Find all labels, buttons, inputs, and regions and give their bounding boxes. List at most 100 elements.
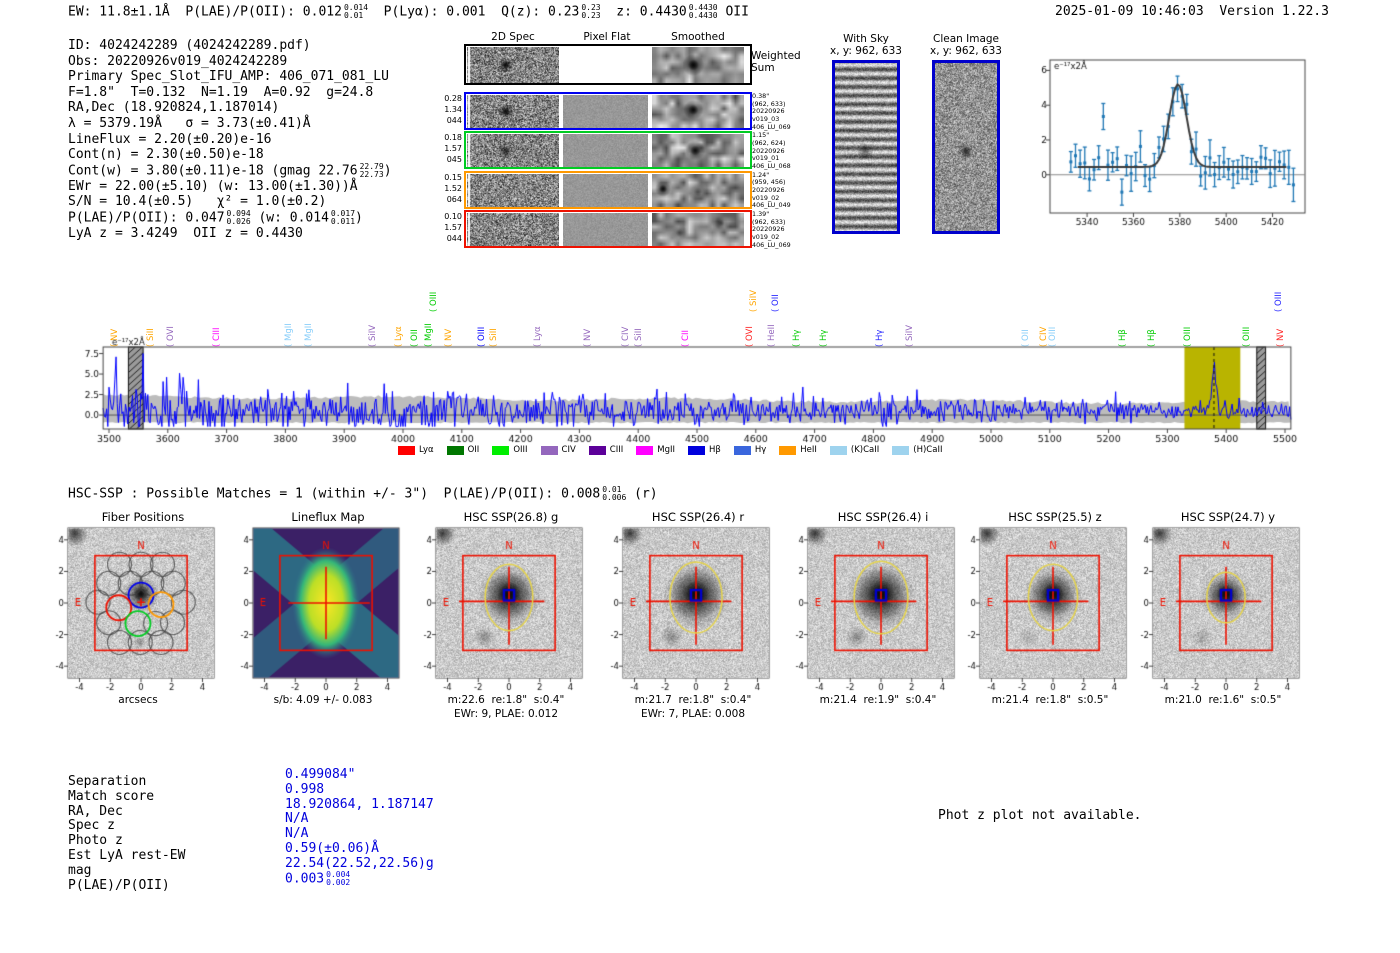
spec2d-row	[464, 92, 752, 130]
legend-item: CIII	[588, 445, 624, 455]
match-table-value: 0.59(±0.06)Å	[285, 841, 379, 856]
cutout-xlabel: s/b: 4.09 +/- 0.083	[273, 694, 373, 706]
cutout-xlabel: arcsecs	[118, 694, 158, 706]
legend-label: (H)CaII	[913, 445, 943, 455]
text-segment: LineFlux = 2.20(±0.20)e-16	[68, 131, 272, 147]
legend-label: HeII	[800, 445, 817, 455]
with-sky-coords: x, y: 962, 633	[830, 45, 902, 57]
text-segment: LyA z = 3.4249 OII z = 0.4430	[68, 226, 303, 242]
legend-label: CIII	[609, 445, 624, 455]
spec2d-row-right-labels: 1.39" (962, 633) 20220926 v019_02 406_LU_069	[752, 210, 812, 250]
stacked-uncertainty: 0.23 0.23	[581, 3, 601, 20]
spectral-line-label: ( OIII	[429, 291, 440, 312]
legend-swatch	[588, 445, 606, 455]
spec2d-image	[467, 134, 559, 168]
clean-image	[932, 60, 1000, 234]
cutout-panel: HSC SSP(26.4) r m:21.7 re:1.8" s:0.4" EWr:…	[593, 510, 793, 720]
legend-label: OII	[467, 445, 480, 455]
legend-label: OIII	[513, 445, 528, 455]
clean-image-title: Clean Image	[932, 33, 1000, 45]
cutout-xlabel: m:21.7 re:1.8" s:0.4"	[634, 694, 752, 706]
spec2d-image	[467, 47, 559, 83]
pixelflat-image	[563, 95, 648, 128]
info-line: EWr = 22.00(±5.10) (w: 13.00(±1.30))Å	[68, 179, 392, 195]
legend-label: Hβ	[709, 445, 721, 455]
match-table-value: N/A	[285, 826, 309, 842]
legend-item: Lyα	[398, 445, 434, 455]
cutout-image-fiber	[38, 522, 223, 694]
legend-swatch	[636, 445, 654, 455]
cutout-panel: HSC SSP(25.5) z m:21.4 re:1.8" s:0.5"	[950, 510, 1150, 720]
left-label: 0.28	[444, 94, 462, 103]
text-segment: P(Lyα): 0.001 Q(z): 0.23	[368, 4, 580, 20]
legend-swatch	[733, 445, 751, 455]
cutout-image-image	[406, 522, 591, 694]
left-label: 0.15	[444, 172, 462, 182]
left-label: 1.57	[444, 144, 462, 154]
legend-swatch	[688, 445, 706, 455]
legend-label: (K)CaII	[850, 445, 880, 455]
stacked-uncertainty: 0.004 0.002	[326, 869, 351, 887]
weighted-sum-label-line: Weighted	[751, 50, 801, 62]
text-segment: HSC-SSP : Possible Matches = 1 (within +…	[68, 486, 601, 502]
right-label: 406_LU_049	[752, 201, 791, 210]
legend-item: MgII	[636, 445, 675, 455]
text-segment: (r)	[626, 486, 658, 502]
cutout-panel: Fiber Positions arcsecs	[38, 510, 238, 720]
cutout-panel: HSC SSP(26.4) i m:21.4 re:1.9" s:0.4"	[778, 510, 978, 720]
left-label: 1.57	[444, 223, 462, 232]
info-line: P(LAE)/P(OII): 0.047 0.094 0.026 (w: 0.014…	[68, 210, 392, 226]
stacked-uncertainty: 0.017 0.011	[330, 209, 356, 227]
text-segment: Cont(w) = 3.80(±0.11)e-18 (gmag 22.76	[68, 163, 358, 179]
spec2d-image	[467, 173, 559, 207]
left-label: 044	[446, 234, 462, 243]
legend-item: (H)CaII	[892, 445, 942, 455]
cutout-panel: Lineflux Map s/b: 4.09 +/- 0.083	[223, 510, 423, 720]
pixelflat-image	[563, 134, 648, 168]
clean-image-coords: x, y: 962, 633	[930, 45, 1002, 57]
spec2d-title-2dspec: 2D Spec	[491, 31, 535, 43]
match-table-value: 0.003 0.004 0.002	[285, 869, 351, 887]
left-label: 1.52	[444, 183, 462, 193]
spec2d-row-right-labels: 0.38" (962, 633) 20220926 v019_03 406_LU_069	[752, 92, 812, 132]
text-segment: 0.003	[285, 871, 325, 887]
legend-label: MgII	[657, 445, 676, 455]
match-table-label: Photo z	[68, 833, 123, 849]
right-label: 406_LU_068	[752, 162, 791, 171]
legend-item: Hβ	[688, 445, 721, 455]
legend-item: CIV	[540, 445, 576, 455]
cutout-xlabel: m:22.6 re:1.8" s:0.4"	[447, 694, 565, 706]
match-table-value: 18.920864, 1.187147	[285, 796, 434, 812]
cutout-image-image	[778, 522, 963, 694]
info-line: Primary Spec_Slot_IFU_AMP: 406_071_081_L…	[68, 69, 392, 85]
info-line: S/N = 10.4(±0.5) χ² = 1.0(±0.2)	[68, 194, 392, 210]
info-line: F=1.8" T=0.132 N=1.19 A=0.92 g=24.8	[68, 85, 392, 101]
match-table-value: N/A	[285, 811, 309, 827]
match-table-label: Match score	[68, 788, 155, 804]
text-segment: Primary Spec_Slot_IFU_AMP: 406_071_081_L…	[68, 69, 389, 85]
spectral-line-label: ( OII	[771, 294, 782, 312]
cutout-image-lineflux	[223, 522, 408, 694]
legend-label: Lyα	[419, 445, 434, 455]
legend-swatch	[492, 445, 510, 455]
header-summary-line: EW: 11.8±1.1Å P(LAE)/P(OII): 0.012 0.014 0…	[68, 4, 749, 20]
legend-swatch	[540, 445, 558, 455]
pixelflat-image	[563, 173, 648, 207]
match-table-label: RA, Dec	[68, 803, 123, 819]
stacked-uncertainty: 0.01 0.006	[602, 485, 627, 502]
stacked-uncertainty: 22.79 22.73	[359, 161, 384, 179]
left-label: 044	[446, 116, 462, 125]
smoothed-image	[652, 213, 744, 246]
emission-line-fit-plot	[1038, 48, 1313, 226]
left-label: 064	[446, 194, 462, 204]
detection-info-block: ID: 4024242289 (4024242289.pdf) Obs: 2022…	[68, 38, 392, 242]
text-segment: z: 0.4430	[600, 4, 687, 20]
legend-swatch	[398, 445, 415, 455]
text-segment: RA,Dec (18.920824,1.187014)	[68, 100, 280, 116]
info-line: RA,Dec (18.920824,1.187014)	[68, 100, 392, 116]
cutout-panel: HSC SSP(26.8) g m:22.6 re:1.8" s:0.4" EWr:…	[406, 510, 606, 720]
legend-swatch	[779, 445, 797, 455]
spec2d-row-right-labels: 1.15" (962, 624) 20220926 v019_01 406_LU_068	[752, 132, 812, 171]
with-sky-image	[832, 60, 900, 234]
header-timestamp-version: 2025-01-09 10:46:03 Version 1.22.3	[1055, 4, 1329, 19]
